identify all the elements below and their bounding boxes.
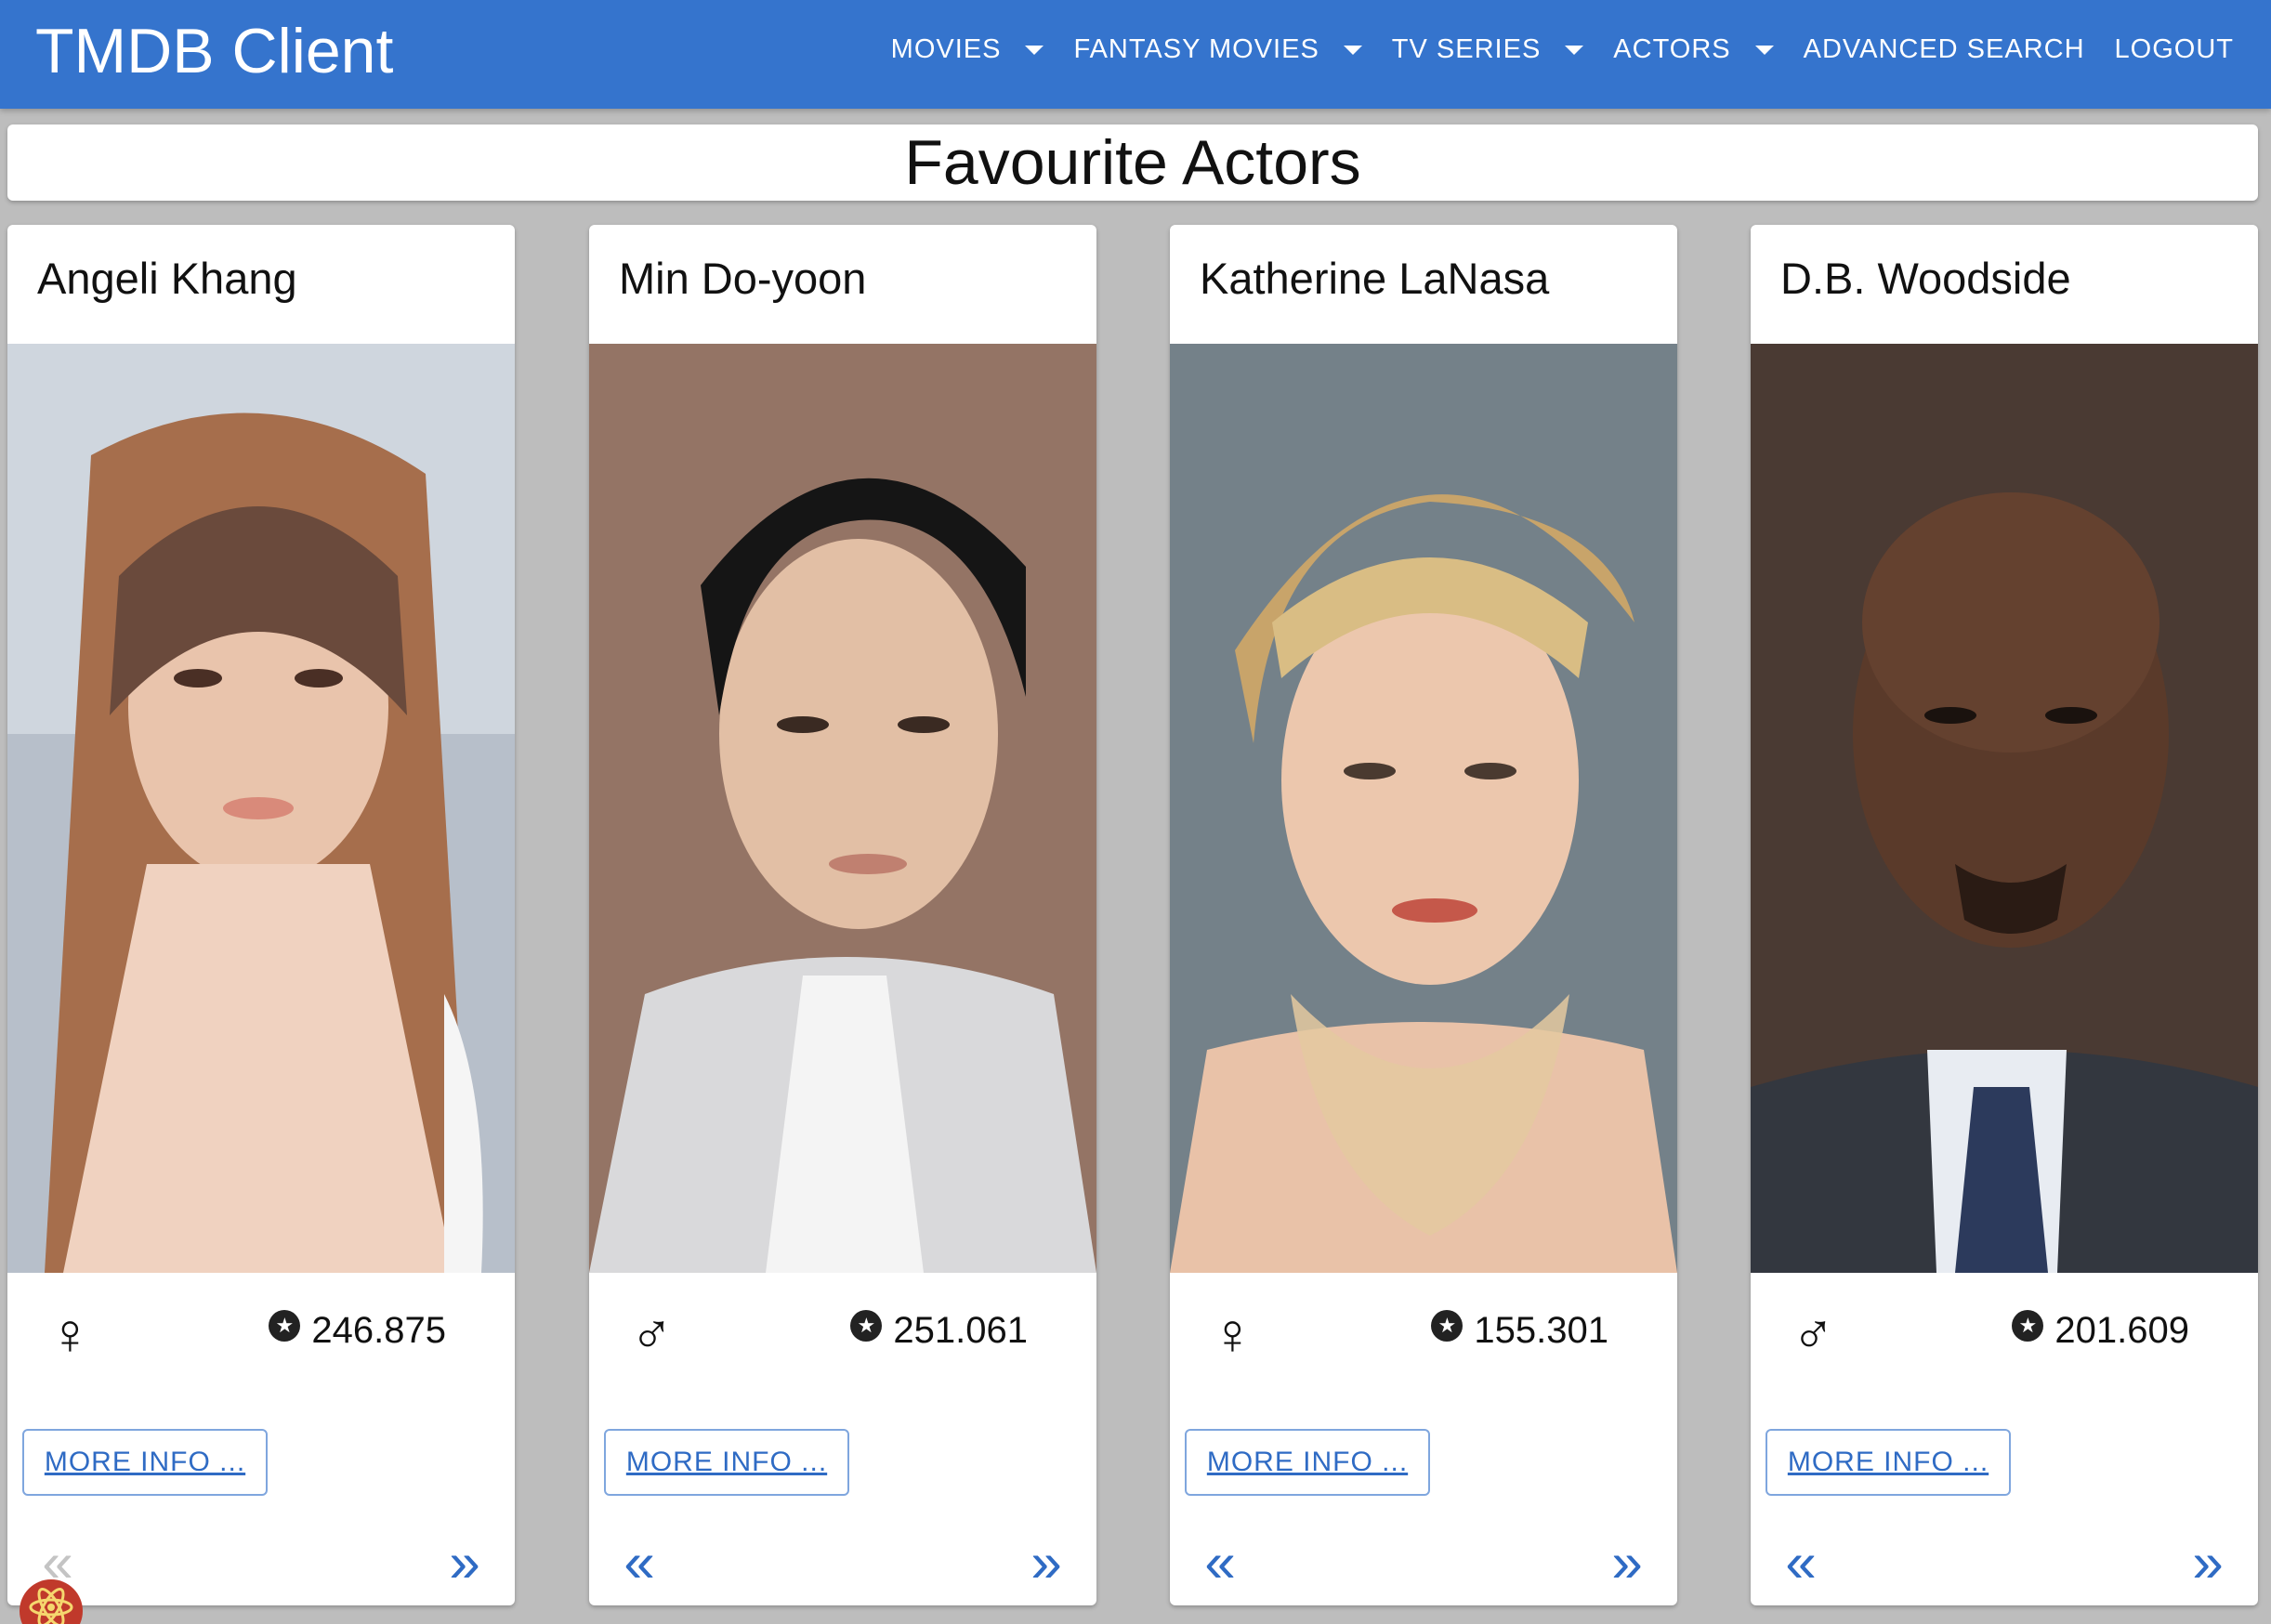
actor-photo xyxy=(1170,344,1677,1273)
star-icon: ★ xyxy=(2012,1309,2044,1342)
nav-logout[interactable]: LOGOUT xyxy=(2100,34,2249,65)
more-info-button[interactable]: MORE INFO ... xyxy=(1185,1429,1430,1496)
actor-photo xyxy=(1751,344,2258,1273)
actor-name: Angeli Khang xyxy=(37,254,297,303)
actor-photo xyxy=(7,344,515,1273)
gender-female-icon: ♀ xyxy=(48,1303,92,1367)
more-info-button[interactable]: MORE INFO ... xyxy=(22,1429,268,1496)
gender-male-icon: ♂ xyxy=(630,1303,674,1367)
nav-advanced-search-label: ADVANCED SEARCH xyxy=(1803,34,2085,64)
star-icon: ★ xyxy=(269,1309,301,1342)
next-icon[interactable]: » xyxy=(437,1535,492,1592)
nav-logout-label: LOGOUT xyxy=(2114,34,2234,64)
popularity-value: 246.875 xyxy=(311,1310,446,1351)
chevron-down-icon[interactable] xyxy=(1565,45,1584,55)
nav-tv-series-label: TV SERIES xyxy=(1391,34,1542,64)
nav-fantasy-movies-label: FANTASY MOVIES xyxy=(1073,34,1319,64)
actor-name: D.B. Woodside xyxy=(1780,254,2071,303)
next-icon[interactable]: » xyxy=(1018,1535,1074,1592)
popularity: ★ 201.609 xyxy=(2012,1309,2189,1352)
actor-name: Min Do-yoon xyxy=(619,254,867,303)
popularity: ★ 155.301 xyxy=(1431,1309,1608,1352)
star-icon: ★ xyxy=(1431,1309,1464,1342)
nav-advanced-search[interactable]: ADVANCED SEARCH xyxy=(1789,34,2100,65)
actor-card: Angeli Khang ♀ ★ 246.875 MORE INFO ... «… xyxy=(7,225,515,1605)
star-icon: ★ xyxy=(850,1309,883,1342)
nav-movies[interactable]: MOVIES xyxy=(876,34,1059,65)
actor-name: Katherine LaNasa xyxy=(1200,254,1550,303)
app-bar: TMDB Client MOVIES FANTASY MOVIES TV SER… xyxy=(0,0,2271,109)
popularity-value: 201.609 xyxy=(2054,1310,2189,1351)
more-info-button[interactable]: MORE INFO ... xyxy=(1766,1429,2011,1496)
chevron-down-icon[interactable] xyxy=(1754,45,1774,55)
next-icon[interactable]: » xyxy=(1599,1535,1655,1592)
prev-icon[interactable]: « xyxy=(1192,1535,1248,1592)
prev-icon[interactable]: « xyxy=(611,1535,667,1592)
chevron-down-icon[interactable] xyxy=(1025,45,1044,55)
nav-fantasy-movies[interactable]: FANTASY MOVIES xyxy=(1058,34,1376,65)
page-header: Favourite Actors xyxy=(7,124,2258,201)
more-info-button[interactable]: MORE INFO ... xyxy=(604,1429,849,1496)
actor-card: D.B. Woodside ♂ ★ 201.609 MORE INFO ... … xyxy=(1751,225,2258,1605)
actor-card: Katherine LaNasa ♀ ★ 155.301 MORE INFO .… xyxy=(1170,225,1677,1605)
chevron-down-icon[interactable] xyxy=(1343,45,1362,55)
next-icon[interactable]: » xyxy=(2180,1535,2236,1592)
page-title: Favourite Actors xyxy=(904,127,1361,198)
nav-tv-series[interactable]: TV SERIES xyxy=(1377,34,1599,65)
app-brand[interactable]: TMDB Client xyxy=(35,9,393,93)
gender-male-icon: ♂ xyxy=(1792,1303,1835,1367)
popularity-value: 251.061 xyxy=(893,1310,1028,1351)
popularity: ★ 246.875 xyxy=(269,1309,446,1352)
nav-movies-label: MOVIES xyxy=(890,34,1002,64)
actor-photo xyxy=(589,344,1096,1273)
prev-icon[interactable]: « xyxy=(1773,1535,1829,1592)
react-devtools-icon[interactable] xyxy=(13,1566,89,1624)
popularity: ★ 251.061 xyxy=(850,1309,1028,1352)
nav-actors[interactable]: ACTORS xyxy=(1598,34,1788,65)
actor-card: Min Do-yoon ♂ ★ 251.061 MORE INFO ... « … xyxy=(589,225,1096,1605)
main-nav: MOVIES FANTASY MOVIES TV SERIES ACTORS A… xyxy=(876,0,2249,99)
nav-actors-label: ACTORS xyxy=(1613,34,1731,64)
popularity-value: 155.301 xyxy=(1474,1310,1608,1351)
gender-female-icon: ♀ xyxy=(1211,1303,1254,1367)
